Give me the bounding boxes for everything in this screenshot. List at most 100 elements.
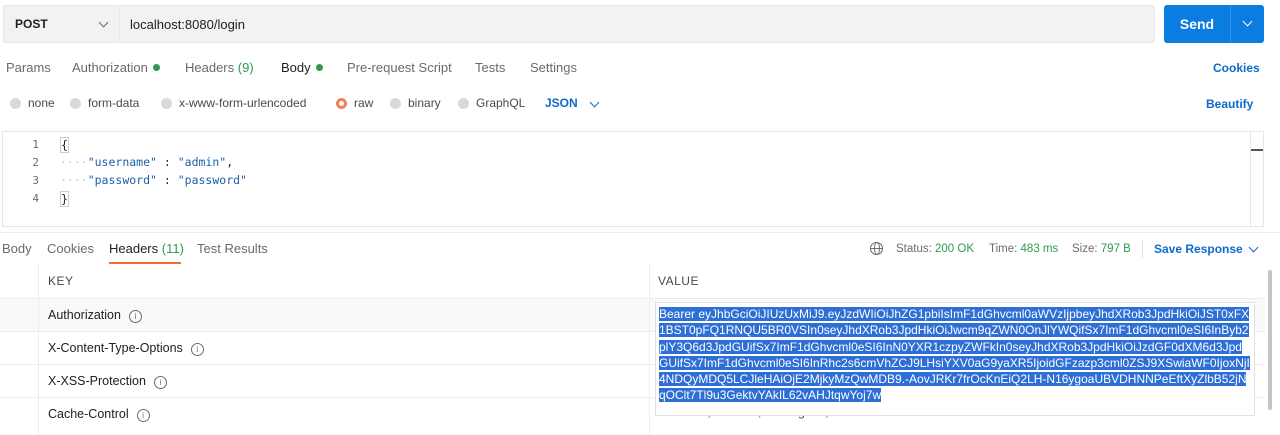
header-key: X-XSS-Protection i [48, 374, 167, 389]
info-icon[interactable]: i [153, 376, 167, 389]
line-number: 1 [32, 138, 39, 151]
status-readout: Status: 200 OK [896, 243, 974, 255]
request-tabs: Params Authorization Headers (9) Body Pr… [0, 60, 1280, 80]
url-bar: POST localhost:8080/login [3, 5, 1155, 43]
tab-label: Authorization [72, 60, 148, 75]
line-gutter: 1 2 3 4 [3, 132, 53, 226]
tab-settings[interactable]: Settings [530, 60, 577, 75]
radio-raw[interactable]: raw [336, 96, 373, 110]
method-select[interactable]: POST [4, 6, 120, 42]
tab-label: Body [281, 60, 311, 75]
json-key: "username" [87, 155, 157, 169]
tab-label: Params [6, 60, 51, 75]
header-key: Authorization i [48, 308, 142, 323]
save-response-button[interactable]: Save Response [1154, 242, 1243, 256]
info-icon[interactable]: i [128, 310, 142, 323]
size-label: Size: [1072, 243, 1098, 255]
radio-none[interactable]: none [10, 96, 55, 110]
editor-scroll-thumb[interactable] [1251, 149, 1263, 151]
scrollbar-thumb[interactable] [1268, 270, 1272, 410]
radio-label: GraphQL [476, 96, 526, 110]
radio-circle [70, 97, 81, 109]
format-label: JSON [545, 96, 578, 110]
globe-icon[interactable] [870, 242, 883, 255]
tab-response-cookies[interactable]: Cookies [47, 241, 94, 256]
radio-x-www-form-urlencoded[interactable]: x-www-form-urlencoded [161, 96, 306, 110]
tab-label: Cookies [47, 241, 94, 256]
editor-scroll-track [1250, 132, 1251, 226]
code-line: ····"password" : "password" [60, 173, 247, 187]
tab-authorization[interactable]: Authorization [72, 60, 160, 75]
json-value: "admin" [177, 155, 227, 169]
tab-label: Body [2, 241, 32, 256]
line-number: 4 [32, 192, 39, 205]
url-input[interactable]: localhost:8080/login [130, 17, 245, 32]
radio-label: binary [408, 96, 441, 110]
radio-label: x-www-form-urlencoded [179, 96, 307, 110]
cookies-link[interactable]: Cookies [1213, 61, 1260, 75]
column-header-key: KEY [48, 274, 74, 288]
tab-body[interactable]: Body [281, 60, 323, 75]
tab-pre-request-script[interactable]: Pre-request Script [347, 60, 452, 75]
json-key: "password" [87, 173, 157, 187]
header-key-text: X-Content-Type-Options [48, 341, 183, 355]
header-key-text: Authorization [48, 308, 121, 322]
header-key: Cache-Control i [48, 407, 150, 422]
radio-circle-selected [336, 97, 347, 109]
column-divider [38, 265, 39, 435]
tab-params[interactable]: Params [6, 60, 51, 75]
tab-label: Tests [475, 60, 506, 75]
radio-binary[interactable]: binary [390, 96, 441, 110]
beautify-link[interactable]: Beautify [1206, 97, 1253, 111]
header-key-text: X-XSS-Protection [48, 374, 146, 388]
radio-label: raw [354, 96, 374, 110]
status-dot [152, 64, 160, 71]
time-readout: Time: 483 ms [989, 243, 1058, 255]
tab-label: Headers [109, 241, 159, 256]
chevron-down-icon [98, 17, 109, 28]
send-button[interactable]: Send [1164, 5, 1264, 43]
format-select[interactable]: JSON [545, 96, 578, 110]
tab-label: Headers [185, 60, 235, 75]
json-comma: , [226, 155, 234, 169]
tab-response-headers[interactable]: Headers (11) [109, 241, 184, 256]
time-label: Time: [989, 243, 1018, 255]
json-separator: : [156, 173, 178, 187]
status-label: Status: [896, 243, 932, 255]
radio-graphql[interactable]: GraphQL [458, 96, 525, 110]
tab-label: Test Results [197, 241, 268, 256]
code-line: ····"username" : "admin", [60, 155, 234, 169]
divider [1142, 240, 1143, 258]
tab-response-body[interactable]: Body [2, 241, 32, 256]
tab-count: (11) [161, 241, 184, 256]
divider [0, 232, 1280, 233]
radio-label: none [28, 96, 55, 110]
radio-circle [10, 97, 21, 109]
tab-test-results[interactable]: Test Results [197, 241, 268, 256]
radio-label: form-data [88, 96, 140, 110]
value-popover[interactable]: Bearer eyJhbGciOiJIUzUxMiJ9.eyJzdWIiOiJh… [655, 302, 1255, 416]
radio-form-data[interactable]: form-data [70, 96, 139, 110]
body-editor[interactable]: 1 2 3 4 { ····"username" : "admin", ····… [2, 131, 1264, 227]
time-value: 483 ms [1020, 243, 1059, 255]
info-icon[interactable]: i [190, 343, 204, 356]
status-dot [315, 64, 323, 71]
tab-label: Settings [530, 60, 577, 75]
send-options-chevron-icon[interactable] [1242, 16, 1253, 27]
status-value: 200 OK [935, 243, 975, 255]
line-number: 2 [32, 156, 39, 169]
size-value: 797 B [1100, 243, 1131, 255]
radio-circle [161, 97, 172, 109]
info-icon[interactable]: i [136, 409, 150, 422]
tab-tests[interactable]: Tests [475, 60, 505, 75]
header-key-text: Cache-Control [48, 407, 129, 421]
tab-headers[interactable]: Headers (9) [185, 60, 254, 75]
line-number: 3 [32, 174, 39, 187]
code-open-brace: { [60, 137, 69, 153]
header-key: X-Content-Type-Options i [48, 341, 204, 356]
radio-circle [458, 97, 469, 109]
tab-count: (9) [237, 60, 254, 75]
column-header-value: VALUE [658, 274, 699, 288]
code-close-brace: } [60, 191, 69, 207]
json-value: "password" [177, 173, 247, 187]
